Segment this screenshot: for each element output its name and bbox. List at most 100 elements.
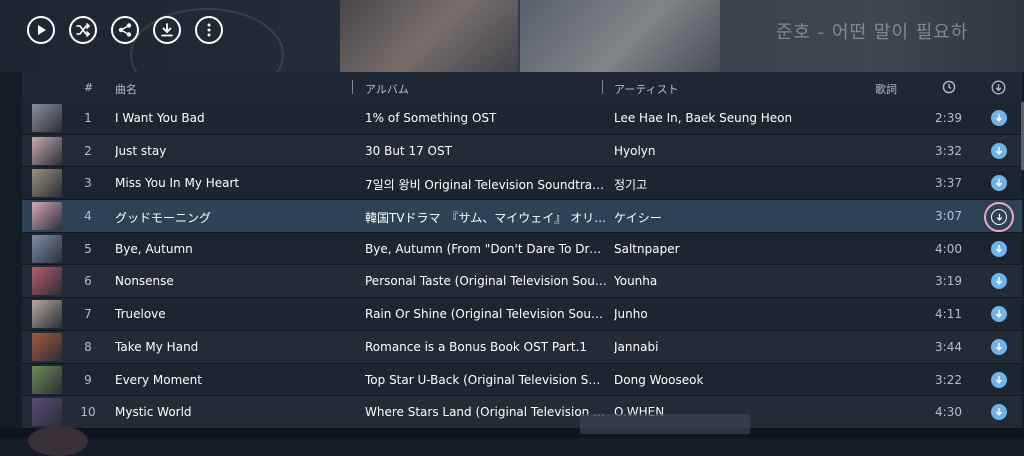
track-artist[interactable]: Dong Wooseok [614,373,874,387]
track-album[interactable]: Rain Or Shine (Original Television Sound… [365,307,607,321]
track-number: 3 [84,176,92,191]
track-album[interactable]: 韓国TVドラマ 『サム、マイウェイ』 オリジナル [365,209,607,226]
table-row[interactable]: 6 Nonsense Personal Taste (Original Tele… [22,265,1022,299]
download-track-button[interactable] [991,338,1007,355]
download-track-button[interactable] [991,306,1007,323]
share-icon [118,23,132,37]
banner-text: 준호 - 어떤 말이 필요하 [776,22,969,43]
table-row[interactable]: 5 Bye, Autumn Bye, Autumn (From "Don't D… [22,232,1022,266]
track-artist[interactable]: Saltnpaper [614,242,874,256]
play-button[interactable] [27,16,55,44]
download-icon [996,407,1002,416]
playlist-controls [27,16,223,44]
shuffle-icon [76,23,91,37]
track-duration: 2:39 [935,111,962,125]
track-title[interactable]: Just stay [115,144,350,158]
banner-artwork [340,0,518,72]
track-album[interactable]: 1% of Something OST [365,111,607,125]
table-row[interactable]: 8 Take My Hand Romance is a Bonus Book O… [22,330,1022,364]
track-title[interactable]: Every Moment [115,373,350,387]
album-thumbnail[interactable] [32,365,62,394]
avatar[interactable] [28,426,88,456]
download-track-button[interactable] [991,404,1007,421]
track-title[interactable]: I Want You Bad [115,111,350,125]
track-number: 5 [84,241,92,256]
download-all-button[interactable] [153,16,181,44]
shuffle-button[interactable] [69,16,97,44]
table-row[interactable]: 9 Every Moment Top Star U-Back (Original… [22,363,1022,397]
play-icon [38,25,46,35]
track-album[interactable]: 7일의 왕비 Original Television Soundtrack Pa… [365,176,607,193]
track-artist[interactable]: Younha [614,274,874,288]
download-circle-icon[interactable] [991,80,1006,98]
table-row[interactable]: 1 I Want You Bad 1% of Something OST Lee… [22,102,1022,135]
download-icon [996,277,1002,286]
download-icon [996,244,1002,253]
track-artist[interactable]: Junho [614,307,874,321]
track-number: 10 [80,405,96,420]
table-row[interactable]: 10 Mystic World Where Stars Land (Origin… [22,396,1022,429]
track-album[interactable]: 30 But 17 OST [365,144,607,158]
column-divider[interactable] [602,80,603,94]
album-thumbnail[interactable] [32,300,62,329]
more-options-button[interactable] [195,16,223,44]
table-row[interactable]: 3 Miss You In My Heart 7일의 왕비 Original T… [22,167,1022,201]
track-title[interactable]: Nonsense [115,274,350,288]
table-header: # 曲名 アルバム アーティスト 歌詞 [22,72,1022,102]
download-track-button[interactable] [991,110,1007,126]
track-title[interactable]: Bye, Autumn [115,242,350,256]
download-track-button[interactable] [984,202,1014,233]
track-album[interactable]: Where Stars Land (Original Television So… [365,405,607,419]
more-vertical-icon [207,23,211,37]
track-duration: 4:00 [935,241,962,256]
track-title[interactable]: Truelove [115,307,350,321]
download-track-button[interactable] [991,142,1007,159]
download-track-button[interactable] [991,240,1007,257]
track-album[interactable]: Top Star U-Back (Original Television Sou… [365,373,607,387]
track-list: 1 I Want You Bad 1% of Something OST Lee… [22,102,1022,429]
download-track-button[interactable] [991,273,1007,290]
track-artist[interactable]: 정기고 [614,176,874,193]
track-title[interactable]: グッドモーニング [115,209,350,226]
col-artist-header[interactable]: アーティスト [614,81,679,97]
download-icon [996,113,1002,122]
track-duration: 3:44 [935,339,962,354]
track-number: 4 [84,209,92,224]
album-thumbnail[interactable] [32,104,62,132]
album-thumbnail[interactable] [32,267,62,296]
col-album-header[interactable]: アルバム [365,81,409,97]
track-album[interactable]: Bye, Autumn (From "Don't Dare To Dream" [365,242,607,256]
album-thumbnail[interactable] [32,398,62,427]
track-artist[interactable]: Jannabi [614,340,874,354]
col-title-header[interactable]: 曲名 [115,81,137,97]
download-track-button[interactable] [991,371,1007,388]
track-number: 7 [84,307,92,322]
track-duration: 3:22 [935,372,962,387]
album-thumbnail[interactable] [32,234,62,263]
track-duration: 4:11 [935,307,962,322]
download-icon [991,209,1007,226]
clock-icon[interactable] [942,80,956,97]
track-title[interactable]: Mystic World [115,405,350,419]
track-artist[interactable]: Lee Hae In, Baek Seung Heon [614,111,874,125]
share-button[interactable] [111,16,139,44]
track-artist[interactable]: ケイシー [614,209,874,226]
column-divider[interactable] [352,80,353,94]
table-row[interactable]: 2 Just stay 30 But 17 OST Hyolyn 3:32 [22,134,1022,168]
track-title[interactable]: Miss You In My Heart [115,176,350,190]
table-row[interactable]: 7 Truelove Rain Or Shine (Original Telev… [22,298,1022,331]
track-title[interactable]: Take My Hand [115,340,350,354]
track-artist[interactable]: Hyolyn [614,144,874,158]
download-icon [996,146,1002,155]
track-number: 2 [84,143,92,158]
player-bar [0,428,1024,438]
table-row[interactable]: 4 グッドモーニング 韓国TVドラマ 『サム、マイウェイ』 オリジナル ケイシー… [22,200,1022,233]
track-duration: 4:30 [935,405,962,420]
track-album[interactable]: Personal Taste (Original Television Soun… [365,274,607,288]
album-thumbnail[interactable] [32,332,62,361]
download-track-button[interactable] [991,175,1007,192]
album-thumbnail[interactable] [32,169,62,198]
album-thumbnail[interactable] [32,202,62,231]
track-album[interactable]: Romance is a Bonus Book OST Part.1 [365,340,607,354]
album-thumbnail[interactable] [32,136,62,165]
